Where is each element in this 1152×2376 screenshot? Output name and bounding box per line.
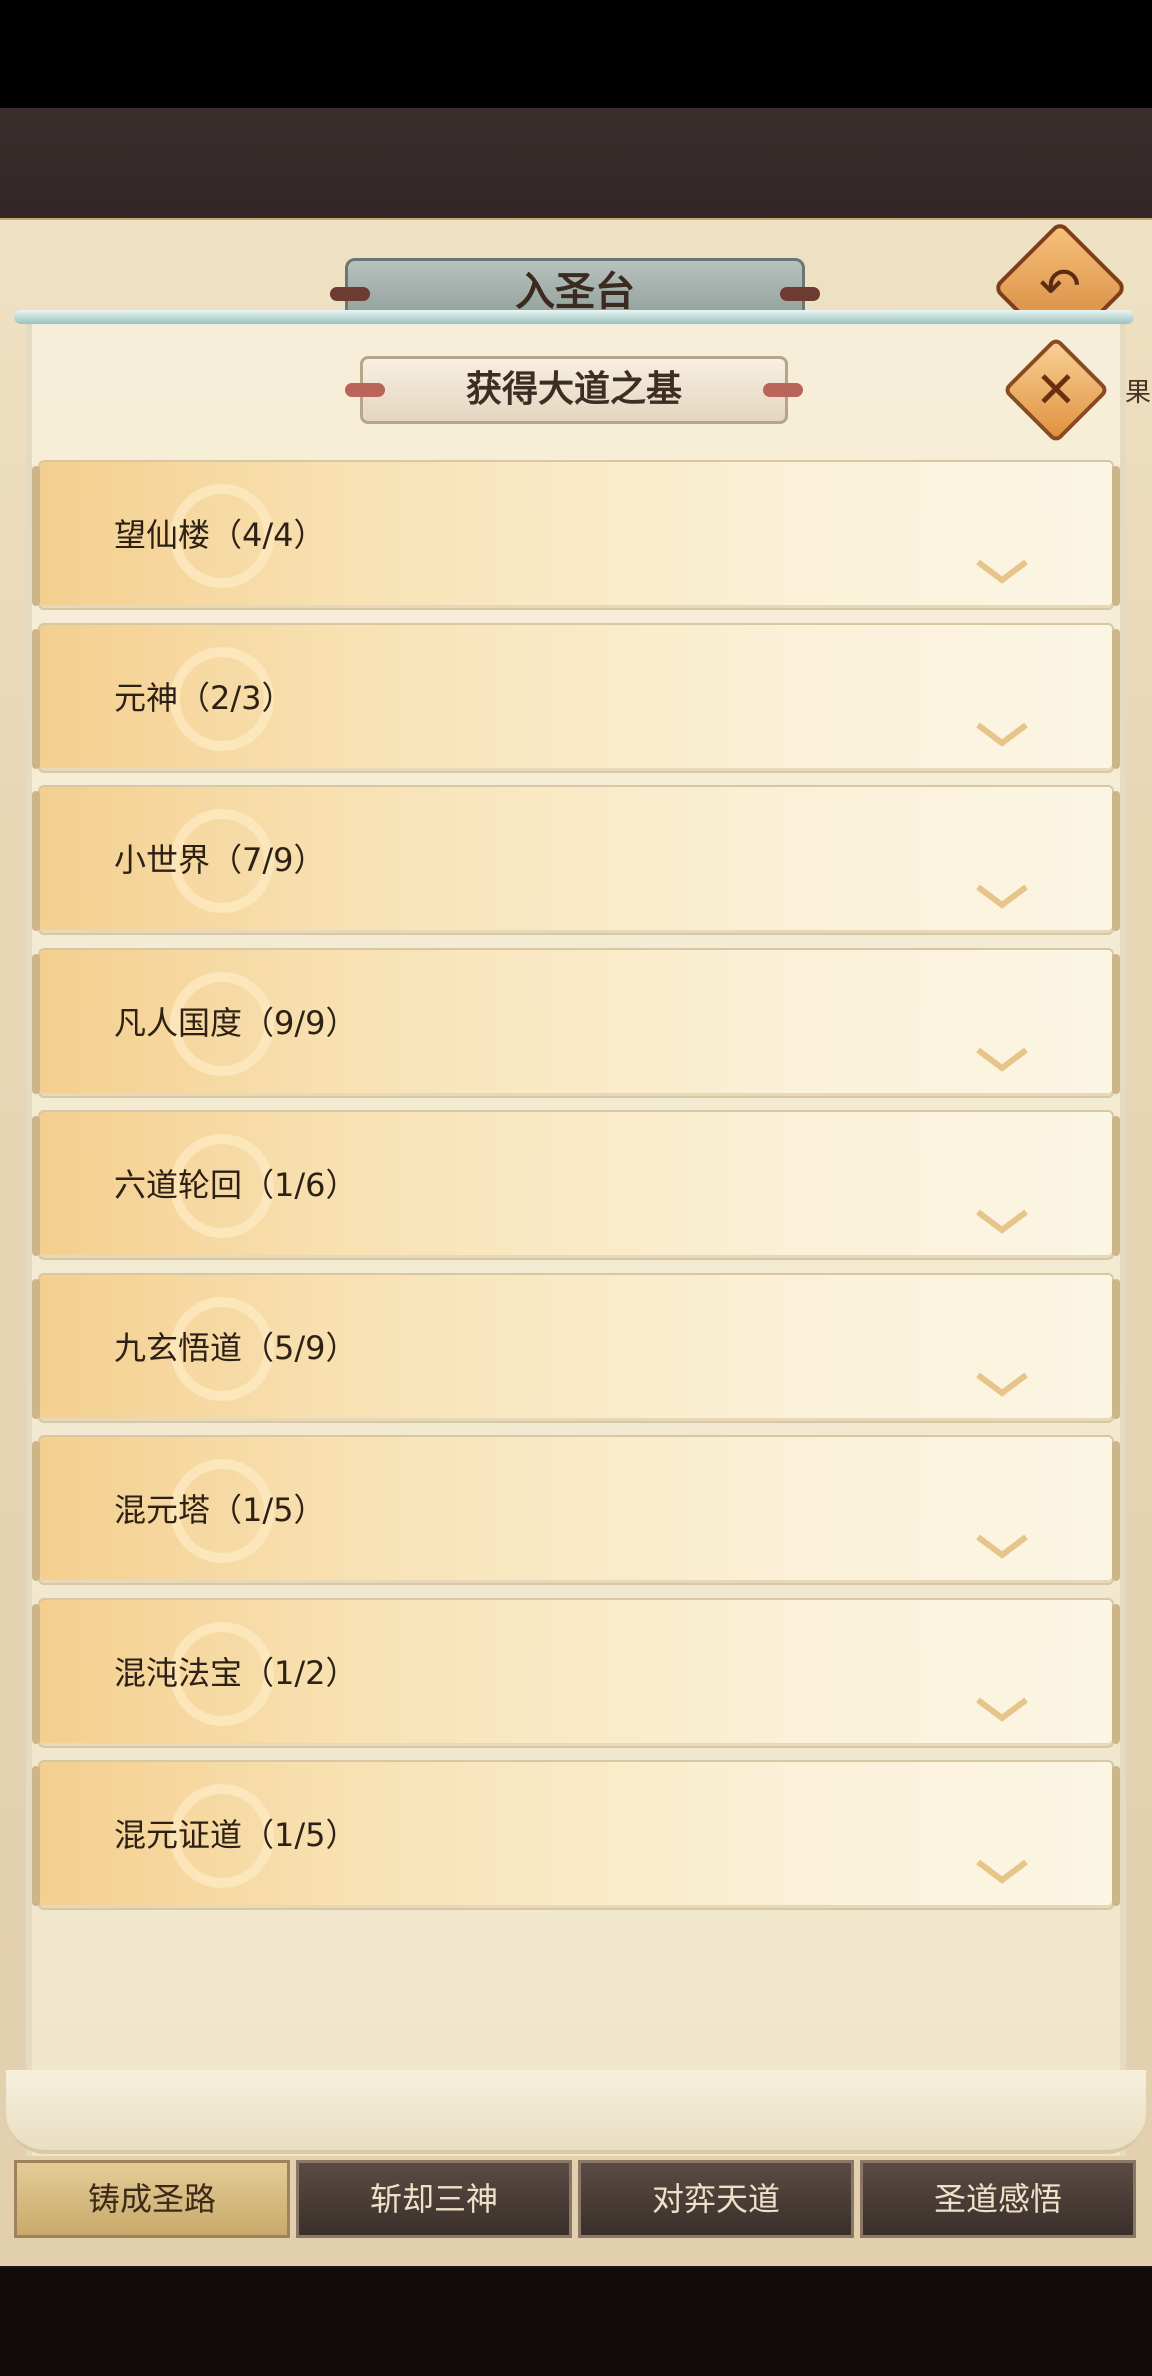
chevron-down-icon[interactable] — [972, 719, 1032, 749]
chevron-down-icon[interactable] — [972, 1044, 1032, 1074]
chevron-down-icon[interactable] — [972, 1856, 1032, 1886]
scroll-bottom-edge — [6, 2070, 1146, 2154]
list-item-label: 凡人国度（9/9） — [114, 1003, 358, 1042]
list-item-label: 九玄悟道（5/9） — [114, 1328, 358, 1367]
list-item-label: 六道轮回（1/6） — [114, 1166, 358, 1204]
list-item[interactable]: 凡人国度（9/9） — [32, 947, 1120, 1098]
list-item-label: 望仙楼（4/4） — [114, 516, 326, 554]
bottom-area — [0, 2268, 1152, 2376]
list-item-label: 混元塔（1/5） — [114, 1491, 326, 1529]
tab-slay-three-gods[interactable]: 斩却三神 — [296, 2160, 572, 2238]
chevron-down-icon[interactable] — [972, 881, 1032, 911]
list-item[interactable]: 混元塔（1/5） — [32, 1435, 1120, 1585]
list-item-label: 元神（2/3） — [114, 678, 294, 717]
chevron-down-icon[interactable] — [972, 1206, 1032, 1236]
chevron-down-icon[interactable] — [972, 1531, 1032, 1561]
back-arrow-icon: ↶ — [1039, 257, 1081, 315]
side-glyph: 果 — [1125, 378, 1152, 408]
tab-duel-heaven[interactable]: 对弈天道 — [578, 2160, 854, 2238]
list-item-label: 混沌法宝（1/2） — [114, 1653, 358, 1692]
list-item[interactable]: 九玄悟道（5/9） — [32, 1272, 1120, 1423]
tab-forge-path[interactable]: 铸成圣路 — [14, 2160, 290, 2238]
bottom-tab-bar: 铸成圣路 斩却三神 对弈天道 圣道感悟 — [14, 2160, 1138, 2240]
tab-sage-insight[interactable]: 圣道感悟 — [860, 2160, 1136, 2238]
list-item[interactable]: 混元证道（1/5） — [32, 1760, 1120, 1910]
foundation-list: 望仙楼（4/4） 元神（2/3） 小世界（7/9） 凡人国度（9/9） 六道轮回… — [32, 460, 1120, 1923]
panel-title: 获得大道之基 — [465, 369, 682, 410]
chevron-down-icon[interactable] — [972, 1369, 1032, 1399]
list-item-label: 小世界（7/9） — [114, 841, 326, 879]
status-bar-area — [0, 0, 1152, 108]
list-item-label: 混元证道（1/5） — [114, 1816, 358, 1854]
chevron-down-icon[interactable] — [972, 556, 1032, 586]
list-item[interactable]: 混沌法宝（1/2） — [32, 1597, 1120, 1748]
list-item[interactable]: 六道轮回（1/6） — [32, 1110, 1120, 1260]
list-item[interactable]: 小世界（7/9） — [32, 785, 1120, 935]
list-item[interactable]: 元神（2/3） — [32, 622, 1120, 773]
chevron-down-icon[interactable] — [972, 1694, 1032, 1724]
close-icon[interactable]: ✕ — [1018, 352, 1094, 428]
scroll-rod — [14, 310, 1134, 324]
list-item[interactable]: 望仙楼（4/4） — [32, 460, 1120, 610]
